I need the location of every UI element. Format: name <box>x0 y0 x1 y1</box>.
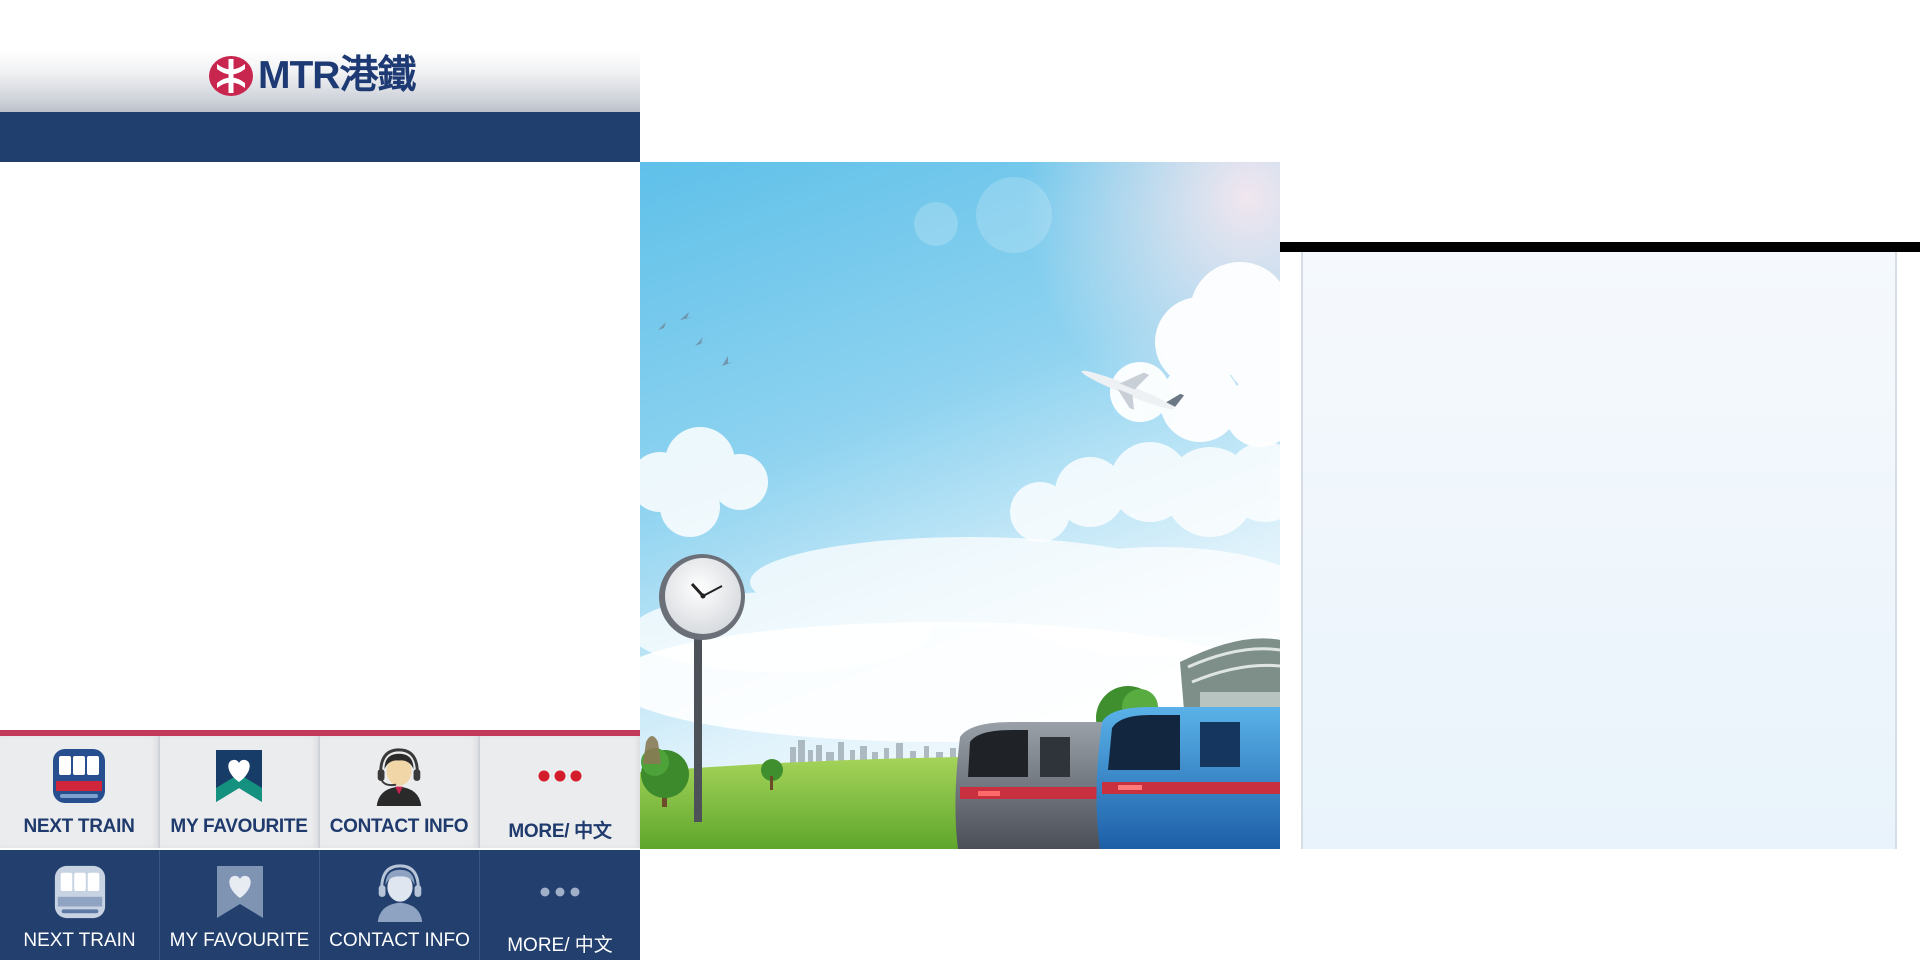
tab-bar-highlighted: NEXT TRAIN MY FAVOURITE CONTACT INFO MOR… <box>0 730 640 848</box>
train-icon <box>49 746 109 806</box>
content-panel <box>1301 252 1897 849</box>
tab-contact-info[interactable]: CONTACT INFO <box>320 736 480 848</box>
train-icon <box>50 862 110 922</box>
splash-illustration <box>640 162 1280 849</box>
mtr-logo: MTR港鐵 <box>208 54 416 97</box>
tab-label: MY FAVOURITE <box>170 816 308 837</box>
tab-label: MY FAVOURITE <box>169 930 310 951</box>
train-icon <box>955 722 1110 849</box>
tab-more-chinese[interactable]: MORE/ 中文 <box>480 736 640 848</box>
tab-next-train[interactable]: NEXT TRAIN <box>0 850 160 960</box>
tab-more-chinese[interactable]: MORE/ 中文 <box>480 850 640 960</box>
title-bar <box>0 112 640 162</box>
train-icon <box>1096 707 1280 849</box>
tab-label: MORE/ 中文 <box>508 821 612 842</box>
tab-label: NEXT TRAIN <box>23 816 135 837</box>
tab-label: NEXT TRAIN <box>23 930 136 951</box>
app-header: MTR港鐵 <box>0 50 640 112</box>
tab-bar: NEXT TRAIN MY FAVOURITE CONTACT INFO MOR… <box>0 850 640 960</box>
headset-agent-icon <box>370 862 430 922</box>
tab-my-favourite[interactable]: MY FAVOURITE <box>160 850 320 960</box>
heart-bookmark-icon <box>209 746 269 806</box>
logo-text: MTR港鐵 <box>258 54 416 97</box>
more-dots-icon <box>530 862 590 922</box>
more-dots-icon <box>530 746 590 806</box>
headset-agent-icon <box>369 746 429 806</box>
divider-bar <box>1280 242 1920 252</box>
tab-contact-info[interactable]: CONTACT INFO <box>320 850 480 960</box>
mtr-logo-icon <box>209 56 253 96</box>
tab-my-favourite[interactable]: MY FAVOURITE <box>160 736 320 848</box>
tab-label: CONTACT INFO <box>329 816 469 837</box>
heart-bookmark-icon <box>210 862 270 922</box>
tab-next-train[interactable]: NEXT TRAIN <box>0 736 160 848</box>
tab-label: MORE/ 中文 <box>507 935 613 956</box>
tab-label: CONTACT INFO <box>329 930 470 951</box>
